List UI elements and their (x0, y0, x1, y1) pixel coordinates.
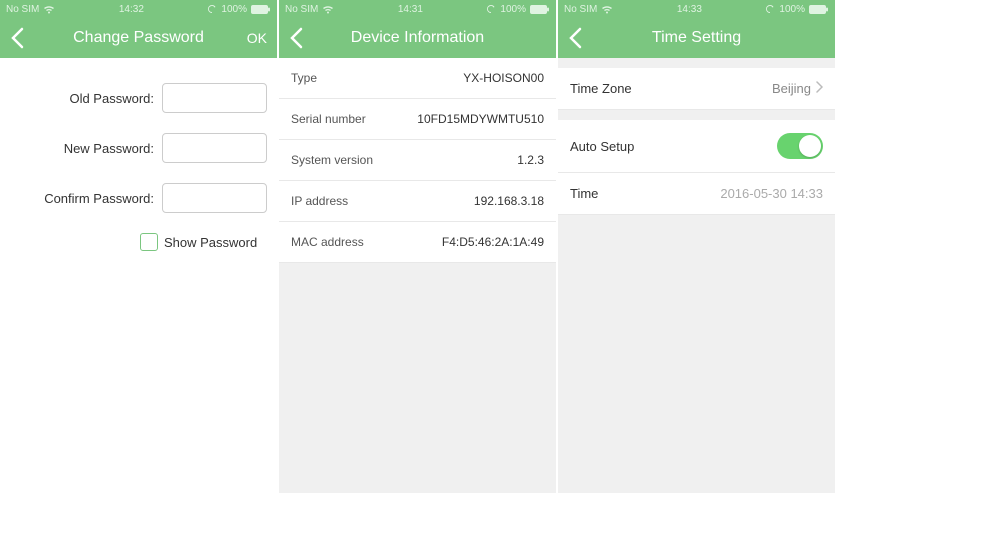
content: Time Zone Beijing Auto Setup Time 2016-0… (558, 58, 835, 493)
refresh-icon (486, 4, 496, 14)
back-button[interactable] (10, 27, 24, 49)
status-left: No SIM (6, 4, 55, 15)
status-time: 14:33 (677, 4, 702, 15)
carrier-label: No SIM (285, 4, 318, 15)
autosetup-toggle[interactable] (777, 133, 823, 159)
autosetup-label: Auto Setup (570, 139, 634, 154)
wifi-icon (43, 5, 55, 14)
battery-percent: 100% (500, 4, 526, 15)
info-list: Type YX-HOISON00 Serial number 10FD15MDY… (279, 58, 556, 263)
battery-percent: 100% (221, 4, 247, 15)
ok-button[interactable]: OK (247, 30, 267, 46)
timezone-label: Time Zone (570, 81, 632, 96)
carrier-label: No SIM (6, 4, 39, 15)
nav-title: Device Information (279, 29, 556, 47)
info-row-mac: MAC address F4:D5:46:2A:1A:49 (279, 222, 556, 263)
info-value: 192.168.3.18 (474, 194, 544, 208)
autosetup-row: Auto Setup (558, 120, 835, 173)
battery-percent: 100% (779, 4, 805, 15)
nav-bar: Device Information (279, 18, 556, 58)
status-right: 100% (765, 4, 829, 15)
wifi-icon (322, 5, 334, 14)
info-label: MAC address (291, 235, 364, 249)
info-value: 10FD15MDYWMTU510 (417, 112, 544, 126)
status-time: 14:31 (398, 4, 423, 15)
password-form: Old Password: New Password: Confirm Pass… (0, 58, 277, 266)
back-button[interactable] (289, 27, 303, 49)
info-row-version: System version 1.2.3 (279, 140, 556, 181)
info-label: Serial number (291, 112, 366, 126)
status-bar: No SIM 14:33 100% (558, 0, 835, 18)
new-password-row: New Password: (0, 123, 267, 173)
old-password-row: Old Password: (0, 73, 267, 123)
screen-time-setting: No SIM 14:33 100% Time Setting Time Zone (558, 0, 835, 493)
settings-gap (558, 58, 835, 68)
info-row-serial: Serial number 10FD15MDYWMTU510 (279, 99, 556, 140)
screen-change-password: No SIM 14:32 100% Change Password OK Old… (0, 0, 277, 493)
refresh-icon (207, 4, 217, 14)
battery-icon (530, 5, 550, 14)
chevron-right-icon (815, 81, 823, 96)
info-value: 1.2.3 (517, 153, 544, 167)
content: Old Password: New Password: Confirm Pass… (0, 58, 277, 493)
wifi-icon (601, 5, 613, 14)
status-bar: No SIM 14:32 100% (0, 0, 277, 18)
status-time: 14:32 (119, 4, 144, 15)
content: Type YX-HOISON00 Serial number 10FD15MDY… (279, 58, 556, 493)
status-bar: No SIM 14:31 100% (279, 0, 556, 18)
timezone-row[interactable]: Time Zone Beijing (558, 68, 835, 110)
confirm-password-label: Confirm Password: (44, 191, 154, 206)
time-label: Time (570, 186, 598, 201)
confirm-password-input[interactable] (162, 183, 267, 213)
info-value: F4:D5:46:2A:1A:49 (442, 235, 544, 249)
new-password-label: New Password: (64, 141, 154, 156)
time-value: 2016-05-30 14:33 (720, 186, 823, 201)
battery-icon (809, 5, 829, 14)
nav-title: Change Password (0, 29, 277, 47)
toggle-knob (799, 135, 821, 157)
confirm-password-row: Confirm Password: (0, 173, 267, 223)
carrier-label: No SIM (564, 4, 597, 15)
status-left: No SIM (564, 4, 613, 15)
info-label: System version (291, 153, 373, 167)
back-button[interactable] (568, 27, 582, 49)
info-row-ip: IP address 192.168.3.18 (279, 181, 556, 222)
new-password-input[interactable] (162, 133, 267, 163)
old-password-input[interactable] (162, 83, 267, 113)
status-left: No SIM (285, 4, 334, 15)
info-label: Type (291, 71, 317, 85)
show-password-row: Show Password (0, 223, 267, 251)
status-right: 100% (207, 4, 271, 15)
battery-icon (251, 5, 271, 14)
refresh-icon (765, 4, 775, 14)
timezone-value-group: Beijing (772, 81, 823, 96)
info-row-type: Type YX-HOISON00 (279, 58, 556, 99)
nav-bar: Time Setting (558, 18, 835, 58)
nav-title: Time Setting (558, 29, 835, 47)
info-value: YX-HOISON00 (463, 71, 544, 85)
timezone-value: Beijing (772, 81, 811, 96)
show-password-label: Show Password (164, 235, 257, 250)
time-row: Time 2016-05-30 14:33 (558, 173, 835, 215)
settings-gap (558, 110, 835, 120)
info-label: IP address (291, 194, 348, 208)
nav-bar: Change Password OK (0, 18, 277, 58)
status-right: 100% (486, 4, 550, 15)
old-password-label: Old Password: (69, 91, 154, 106)
screen-device-info: No SIM 14:31 100% Device Information Typ… (279, 0, 556, 493)
show-password-checkbox[interactable] (140, 233, 158, 251)
